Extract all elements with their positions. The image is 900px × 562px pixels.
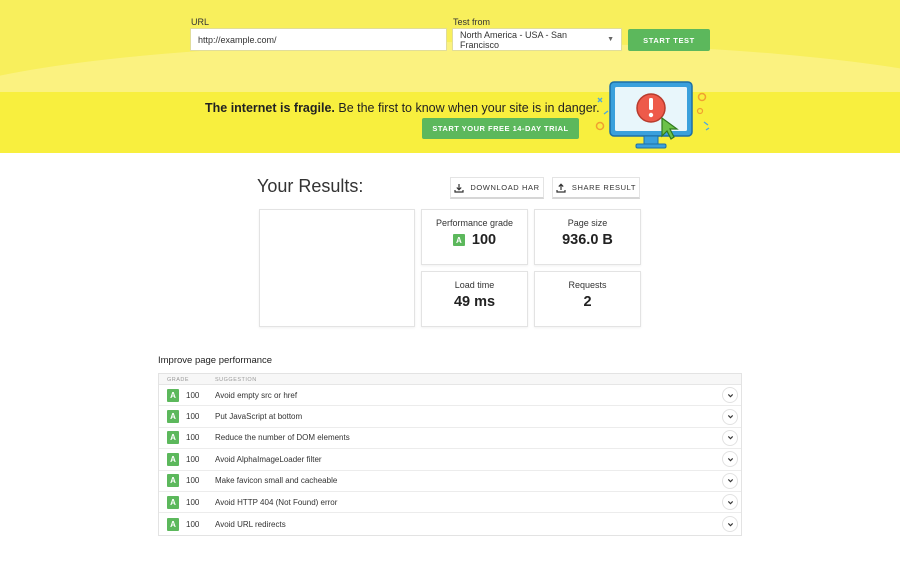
results-title: Your Results: (257, 176, 364, 196)
requests-value: 2 (583, 294, 592, 310)
expand-row-button[interactable] (722, 429, 738, 446)
expand-row-button[interactable] (722, 408, 738, 425)
share-icon (556, 182, 566, 193)
page-size-value: 936.0 B (562, 232, 613, 248)
download-har-button[interactable]: DOWNLOAD HAR (450, 177, 544, 199)
test-form-banner (0, 0, 900, 92)
share-result-button[interactable]: SHARE RESULT (552, 177, 640, 199)
load-time-card: Load time 49 ms (421, 271, 528, 327)
test-location-select[interactable]: North America - USA - San Francisco ▼ (452, 28, 622, 51)
download-icon (454, 183, 464, 193)
improve-section-title: Improve page performance (158, 355, 273, 366)
column-header-suggestion: SUGGESTION (215, 377, 257, 383)
chevron-down-icon (727, 500, 733, 505)
table-row[interactable]: A 100 Avoid empty src or href (159, 385, 741, 407)
performance-grade-label: Performance grade (435, 218, 514, 228)
grade-badge: A (167, 431, 179, 445)
row-score: 100 (186, 412, 200, 422)
test-location-value: North America - USA - San Francisco (460, 29, 568, 50)
grade-badge: A (167, 388, 179, 402)
page-size-card: Page size 936.0 B (534, 209, 641, 265)
expand-row-button[interactable] (722, 516, 738, 533)
row-suggestion: Put JavaScript at bottom (215, 412, 303, 422)
expand-row-button[interactable] (722, 472, 738, 489)
page-size-label: Page size (567, 218, 608, 228)
promo-headline-rest: Be the first to know when your site is i… (334, 101, 600, 115)
chevron-down-icon (727, 479, 733, 483)
row-suggestion: Avoid URL redirects (215, 519, 286, 529)
download-har-label: DOWNLOAD HAR (470, 183, 540, 192)
chevron-down-icon: ▼ (607, 36, 614, 43)
performance-grade-value-wrap: A 100 (422, 232, 527, 248)
table-row[interactable]: A 100 Make favicon small and cacheable (159, 471, 741, 492)
row-suggestion: Avoid HTTP 404 (Not Found) error (215, 497, 338, 507)
promo-headline: The internet is fragile. Be the first to… (205, 101, 600, 115)
table-row[interactable]: A 100 Put JavaScript at bottom (159, 406, 741, 428)
requests-card: Requests 2 (534, 271, 641, 327)
chevron-down-icon (727, 522, 733, 526)
table-row[interactable]: A 100 Reduce the number of DOM elements (159, 428, 741, 450)
row-score: 100 (186, 454, 200, 464)
requests-label: Requests (568, 280, 607, 290)
url-label: URL (191, 17, 210, 27)
expand-row-button[interactable] (722, 494, 738, 511)
grade-badge: A (167, 495, 179, 509)
row-score: 100 (186, 390, 200, 400)
row-suggestion: Avoid empty src or href (215, 390, 298, 400)
row-suggestion: Avoid AlphaImageLoader filter (215, 454, 322, 464)
chevron-down-icon (727, 436, 733, 440)
url-input[interactable] (190, 28, 447, 51)
table-row[interactable]: A 100 Avoid HTTP 404 (Not Found) error (159, 492, 741, 514)
grade-badge: A (167, 517, 179, 531)
test-from-label: Test from (453, 17, 491, 27)
table-row[interactable]: A 100 Avoid URL redirects (159, 513, 741, 534)
free-trial-button[interactable]: START YOUR FREE 14-DAY TRIAL (422, 118, 579, 139)
row-suggestion: Reduce the number of DOM elements (215, 433, 350, 443)
table-body: A 100 Avoid empty src or href A 100 Put JavaS… (159, 385, 741, 535)
row-score: 100 (186, 476, 200, 486)
column-header-grade: GRADE (167, 377, 190, 383)
grade-badge: A (167, 474, 179, 488)
page-screenshot-thumbnail (259, 209, 415, 327)
chevron-down-icon (727, 393, 733, 398)
grade-badge: A (167, 410, 179, 424)
monitor-alert-icon (595, 81, 710, 149)
row-suggestion: Make favicon small and cacheable (215, 476, 338, 486)
expand-row-button[interactable] (722, 387, 738, 404)
table-row[interactable]: A 100 Avoid AlphaImageLoader filter (159, 449, 741, 471)
row-score: 100 (186, 433, 200, 443)
row-score: 100 (186, 497, 200, 507)
load-time-label: Load time (454, 280, 495, 290)
performance-grade-value: 100 (471, 232, 497, 248)
chevron-down-icon (727, 415, 733, 419)
row-score: 100 (186, 519, 200, 529)
table-header: GRADE SUGGESTION (159, 374, 741, 385)
performance-grade-card: Performance grade A 100 (421, 209, 528, 265)
start-test-button[interactable]: START TEST (628, 29, 710, 51)
grade-badge: A (452, 234, 465, 246)
expand-row-button[interactable] (722, 451, 738, 468)
load-time-value: 49 ms (453, 294, 496, 310)
grade-badge: A (167, 452, 179, 466)
promo-headline-bold: The internet is fragile. (205, 101, 335, 115)
chevron-down-icon (727, 457, 733, 462)
suggestions-table: GRADE SUGGESTION A 100 Avoid empty src or … (158, 373, 742, 536)
share-result-label: SHARE RESULT (571, 183, 637, 192)
